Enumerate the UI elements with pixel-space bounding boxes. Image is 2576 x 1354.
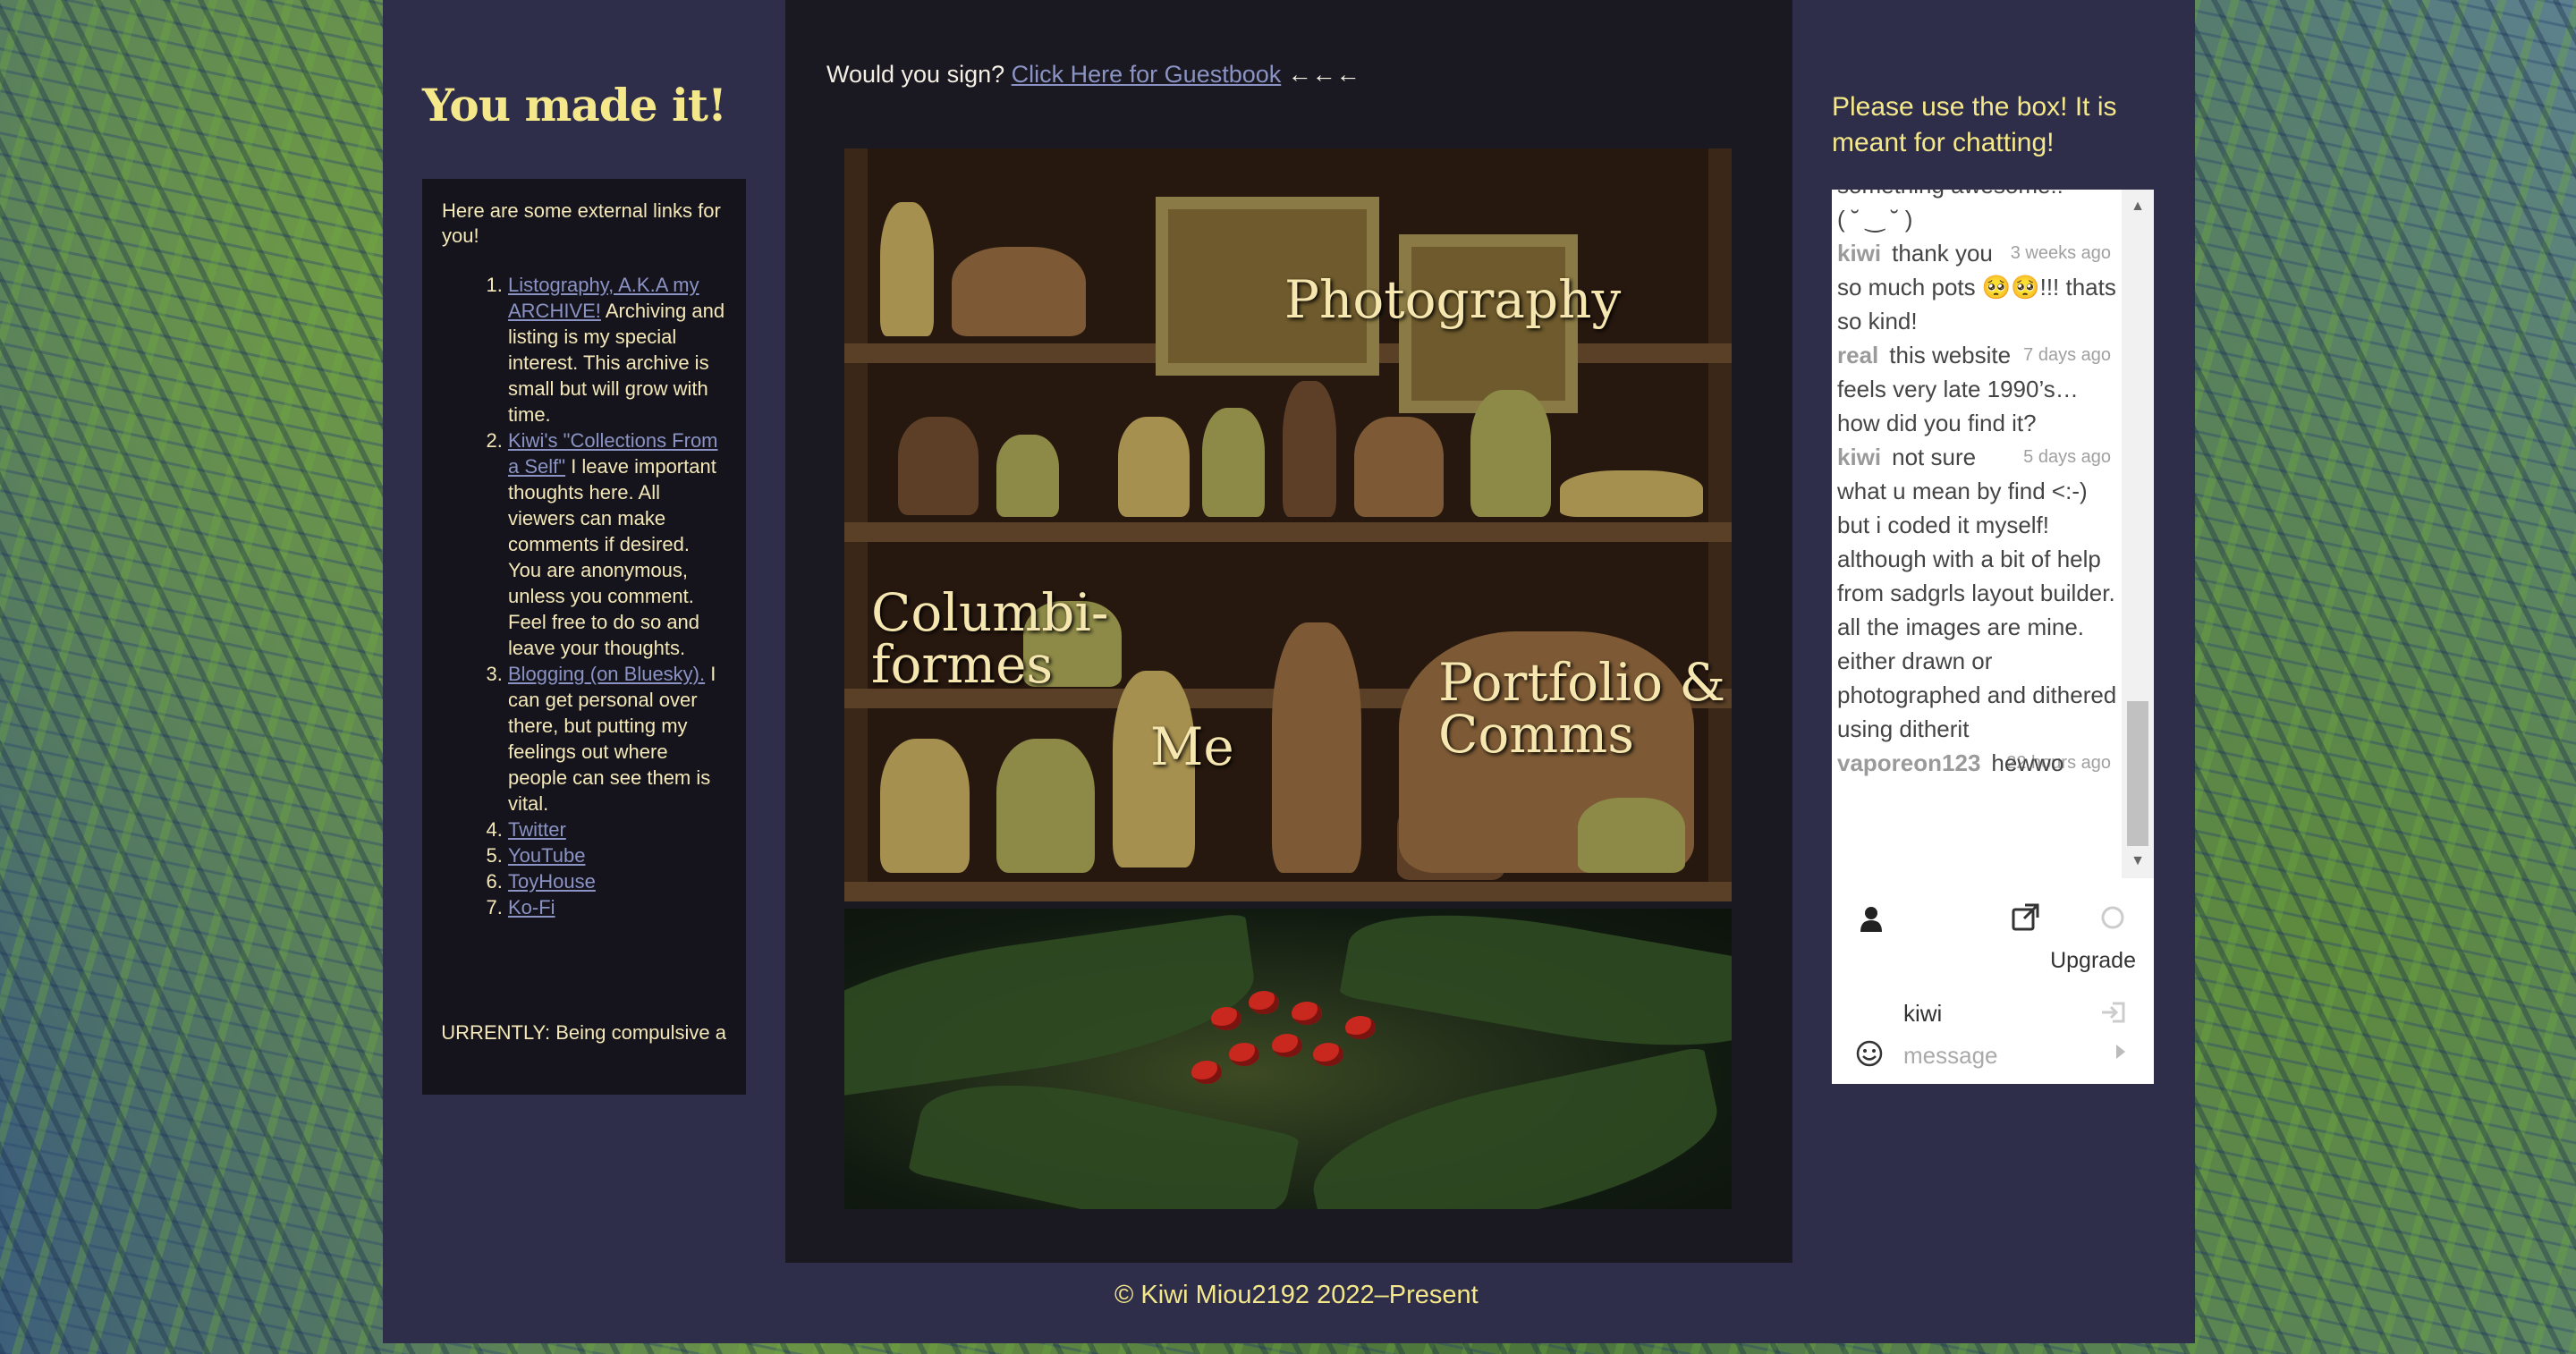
chat-message-partial: something awesome!! ( ˘ ‿ ˘ ) xyxy=(1832,190,2122,236)
send-arrow-icon[interactable] xyxy=(2114,1041,2127,1068)
external-link-icon[interactable] xyxy=(2011,901,2041,937)
berry xyxy=(1292,1002,1322,1025)
link-twitter[interactable]: Twitter xyxy=(508,818,566,841)
nav-portfolio-comms[interactable]: Portfolio & Comms xyxy=(1438,656,1725,760)
list-item: Kiwi's "Collections From a Self" I leave… xyxy=(508,427,726,661)
list-item: Blogging (on Bluesky). I can get persona… xyxy=(508,661,726,817)
page-footer: © Kiwi Miou2192 2022–Present xyxy=(1114,1281,1479,1309)
message-time: 3 weeks ago xyxy=(2010,243,2111,263)
link-description: I can get personal over there, but putti… xyxy=(508,663,716,815)
list-item: Listography, A.K.A my ARCHIVE! Archiving… xyxy=(508,272,726,427)
list-item: Twitter xyxy=(508,817,726,842)
vase xyxy=(1118,417,1190,517)
clock xyxy=(880,739,970,873)
message-time: 7 days ago xyxy=(2023,345,2111,365)
shelf-board xyxy=(844,882,1732,901)
center-panel: Would you sign? Click Here for Guestbook… xyxy=(785,0,1792,1263)
carousel-figure xyxy=(1272,622,1361,873)
external-links-box: Here are some external links for you! Li… xyxy=(422,179,746,1095)
scroll-down-arrow-icon[interactable]: ▼ xyxy=(2131,853,2145,869)
shelf-board xyxy=(844,522,1732,542)
guestbook-prompt: Would you sign? xyxy=(826,61,1012,88)
scrollbar-thumb[interactable] xyxy=(2127,701,2148,846)
link-description: I leave important thoughts here. All vie… xyxy=(508,455,716,659)
figurine xyxy=(1354,417,1444,517)
user-icon[interactable] xyxy=(1859,905,1884,937)
chat-scrollbar[interactable]: ▲ ▼ xyxy=(2122,190,2154,878)
cup xyxy=(996,435,1059,517)
chat-heading: Please use the box! It is meant for chat… xyxy=(1832,92,2117,157)
nav-portfolio-line1: Portfolio & xyxy=(1438,652,1726,713)
guestbook-line: Would you sign? Click Here for Guestbook… xyxy=(826,61,1360,89)
list-item: ToyHouse xyxy=(508,868,726,894)
box xyxy=(1560,470,1703,517)
berry xyxy=(1272,1034,1302,1057)
message-text: hewwo xyxy=(1991,749,2064,776)
scroll-up-arrow-icon[interactable]: ▲ xyxy=(2131,199,2145,215)
chat-message: kiwi 3 weeks ago thank you so much pots 🥺🥺… xyxy=(1832,236,2122,338)
leaf xyxy=(1339,909,1732,1071)
carousel-horse-figurine xyxy=(880,202,934,336)
message-text: ( ˘ ‿ ˘ ) xyxy=(1837,206,1913,233)
chat-message: real 7 days ago this website feels very la… xyxy=(1832,338,2122,440)
leaf xyxy=(1301,1045,1730,1209)
message-text: not sure what u mean by find <:-) but i … xyxy=(1837,444,2117,742)
jar xyxy=(898,417,979,515)
nav-me[interactable]: Me xyxy=(1150,721,1234,773)
chat-message-list: something awesome!! ( ˘ ‿ ˘ ) kiwi 3 week… xyxy=(1832,190,2122,878)
message-text: something awesome!! xyxy=(1837,190,2122,202)
message-time: 5 days ago xyxy=(2023,447,2111,467)
guestbook-arrows: ←←← xyxy=(1281,61,1360,88)
list-item: Ko-Fi xyxy=(508,894,726,920)
snow-globe xyxy=(1202,408,1265,517)
nav-columbiformes[interactable]: Columbi- formes xyxy=(871,587,1108,690)
chat-username[interactable]: kiwi xyxy=(1903,1000,1942,1028)
berry xyxy=(1191,1061,1222,1084)
nav-columbiformes-line1: Columbi- xyxy=(871,582,1109,643)
berry xyxy=(1229,1043,1259,1066)
teacup xyxy=(1578,798,1685,873)
message-author[interactable]: real xyxy=(1837,342,1878,368)
dog-figurine xyxy=(952,247,1086,336)
nav-portfolio-line2: Comms xyxy=(1438,704,1635,765)
nav-photography[interactable]: Photography xyxy=(1284,274,1621,326)
message-author[interactable]: kiwi xyxy=(1837,444,1881,470)
curio-shelf-image-map: Photography Columbi- formes Me Portfolio… xyxy=(844,148,1732,901)
guestbook-link[interactable]: Click Here for Guestbook xyxy=(1012,61,1282,88)
message-author[interactable]: vaporeon123 xyxy=(1837,749,1980,776)
link-toyhouse[interactable]: ToyHouse xyxy=(508,870,596,893)
bottle xyxy=(1283,381,1336,517)
pitcher xyxy=(1470,390,1551,517)
raspberry-photo xyxy=(844,909,1732,1209)
list-item: YouTube xyxy=(508,842,726,868)
berry xyxy=(1211,1007,1241,1030)
message-input[interactable] xyxy=(1903,1039,2100,1071)
left-title: You made it! xyxy=(422,79,727,131)
dog-figurine xyxy=(996,739,1095,873)
berry xyxy=(1345,1016,1376,1039)
chat-message: vaporeon123 22 hours ago hewwo xyxy=(1832,746,2122,780)
nav-columbiformes-line2: formes xyxy=(871,634,1054,695)
berry xyxy=(1249,991,1279,1014)
status-marquee: CURRENTLY: Being compulsive a xyxy=(442,1021,726,1044)
link-kofi[interactable]: Ko-Fi xyxy=(508,896,555,918)
upgrade-link[interactable]: Upgrade xyxy=(2050,948,2136,974)
chatbox: something awesome!! ( ˘ ‿ ˘ ) kiwi 3 week… xyxy=(1832,190,2154,1084)
external-links-list: Listography, A.K.A my ARCHIVE! Archiving… xyxy=(476,272,726,920)
link-youtube[interactable]: YouTube xyxy=(508,844,585,867)
login-icon[interactable] xyxy=(2100,1000,2127,1030)
links-intro: Here are some external links for you! xyxy=(442,199,721,247)
status-circle-icon[interactable] xyxy=(2100,905,2125,935)
link-bluesky[interactable]: Blogging (on Bluesky). xyxy=(508,663,705,685)
message-author[interactable]: kiwi xyxy=(1837,240,1881,267)
berry xyxy=(1313,1043,1343,1066)
smiley-icon[interactable] xyxy=(1855,1039,1884,1073)
chat-message: kiwi 5 days ago not sure what u mean by fi… xyxy=(1832,440,2122,746)
leaf xyxy=(908,1058,1300,1209)
